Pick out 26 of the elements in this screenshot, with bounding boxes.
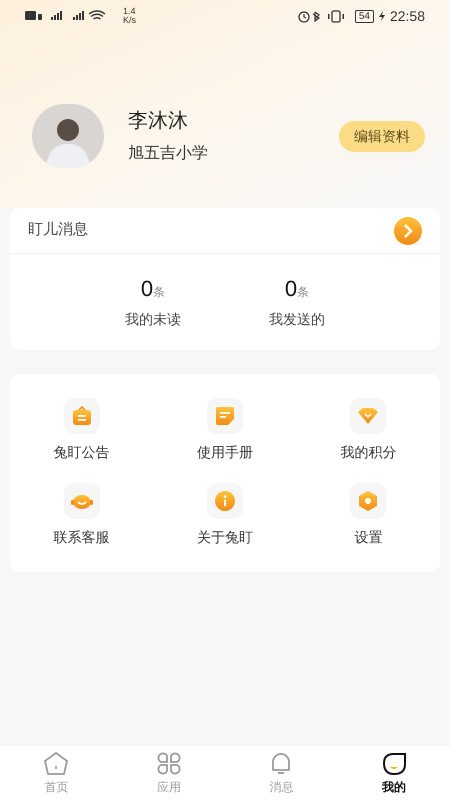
message-count: 0 [284, 275, 298, 303]
menu-item[interactable]: 使用手册 [153, 398, 297, 463]
apps-icon [154, 750, 183, 776]
school-name: 旭五吉小学 [128, 144, 208, 164]
clock-time: 22:58 [390, 6, 425, 26]
speed-value: 1.4 [123, 7, 136, 16]
menu-item[interactable]: 设置 [296, 483, 440, 548]
menu-item[interactable]: 联系客服 [10, 483, 154, 548]
battery-level: 54 [354, 10, 374, 22]
info-icon [212, 489, 237, 513]
home-icon [42, 750, 70, 776]
menu-item[interactable]: 关于兔盯 [153, 483, 297, 548]
charging-icon [378, 11, 385, 21]
message-count: 0 [140, 275, 154, 303]
edit-profile-button[interactable]: 编辑资料 [339, 120, 425, 152]
user-name: 李沐沐 [128, 109, 189, 134]
stat-label: 我发送的 [269, 310, 325, 329]
menu-item[interactable]: 兔盯公告 [10, 398, 154, 463]
chevron-right-icon[interactable] [394, 216, 422, 244]
card-title: 盯儿消息 [28, 220, 88, 240]
stat-label: 我的未读 [125, 310, 181, 329]
count-unit: 条 [297, 284, 310, 301]
speed-unit: K/s [123, 16, 136, 25]
tab[interactable]: 我的 [338, 746, 450, 800]
count-unit: 条 [153, 284, 166, 301]
menu-item[interactable]: 我的积分 [296, 398, 440, 463]
